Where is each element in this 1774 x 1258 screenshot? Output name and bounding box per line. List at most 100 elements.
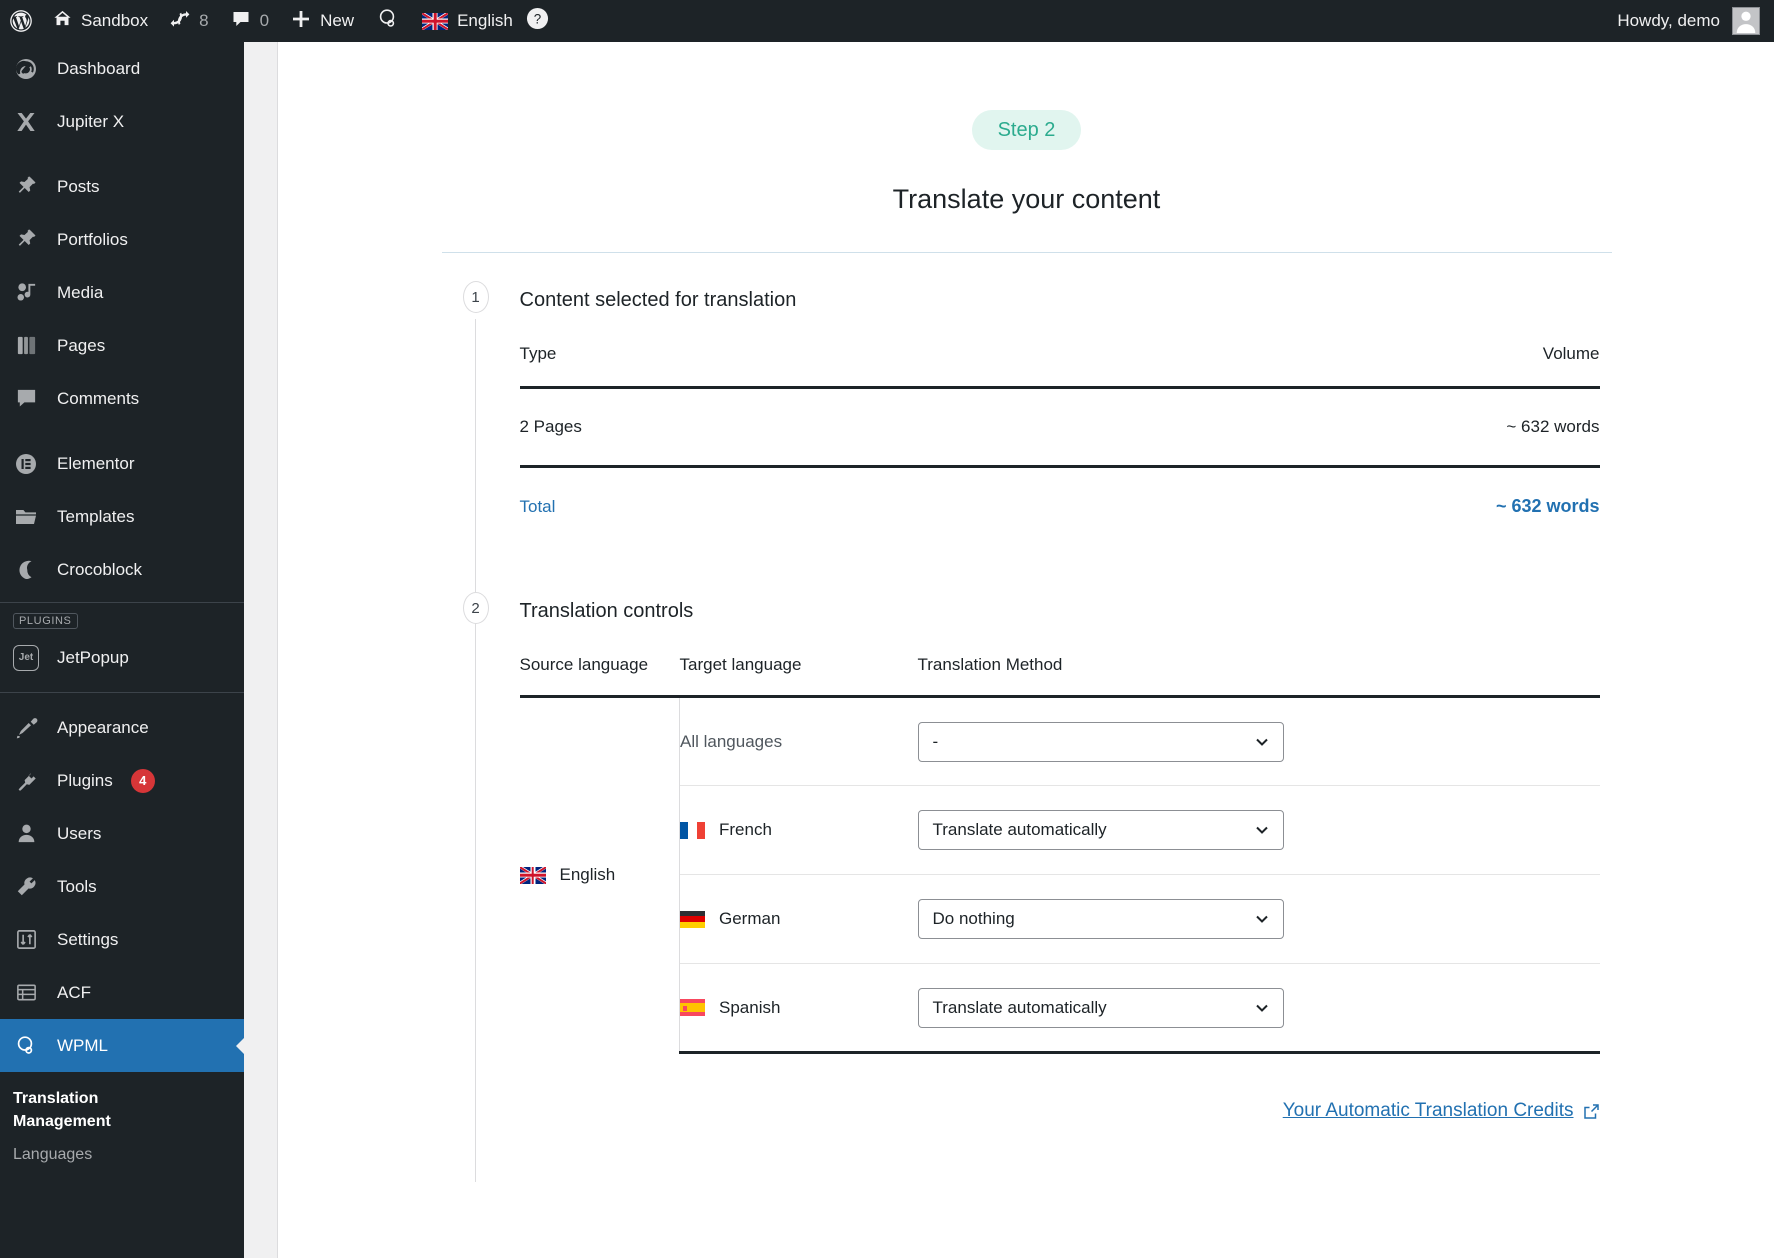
- cell-total-value: ~ 632 words: [926, 467, 1600, 546]
- updates-button[interactable]: 8: [159, 0, 219, 42]
- sidebar-item-portfolios[interactable]: Portfolios: [0, 213, 244, 266]
- step-badge-container: Step 2: [442, 42, 1612, 150]
- sidebar-item-label: ACF: [57, 984, 91, 1001]
- target-language-label: German: [719, 909, 780, 929]
- source-language-label: English: [560, 865, 616, 885]
- sidebar-item-languages[interactable]: Languages: [13, 1138, 244, 1171]
- method-select-all-languages[interactable]: -: [918, 722, 1284, 762]
- method-select-spanish[interactable]: Translate automatically: [918, 988, 1284, 1028]
- cell-target-spanish: Spanish: [680, 964, 918, 1053]
- table-header-row: Source language Target language Translat…: [520, 651, 1600, 697]
- comments-count: 0: [260, 11, 269, 31]
- content-summary-table: Type Volume 2 Pages ~ 632 words Total ~ …: [520, 340, 1600, 545]
- comments-button[interactable]: 0: [220, 0, 280, 42]
- sidebar-item-translation-management[interactable]: Translation Management: [13, 1082, 173, 1138]
- cell-method-spanish: Translate automatically: [918, 964, 1600, 1053]
- sidebar-item-plugins[interactable]: Plugins 4: [0, 754, 244, 807]
- column-header-target-language: Target language: [680, 651, 918, 697]
- pin-icon: [13, 174, 39, 200]
- sidebar-item-label: Posts: [57, 178, 100, 195]
- crocoblock-icon: [13, 557, 39, 583]
- sidebar-divider: [0, 692, 244, 693]
- cell-volume: ~ 632 words: [926, 388, 1600, 467]
- sidebar-item-settings[interactable]: Settings: [0, 913, 244, 966]
- wordpress-logo-button[interactable]: [0, 0, 42, 42]
- sidebar-item-label: Dashboard: [57, 60, 140, 77]
- automatic-translation-credits-link[interactable]: Your Automatic Translation Credits: [1283, 1100, 1600, 1122]
- sidebar-item-wpml[interactable]: WPML: [0, 1019, 244, 1072]
- step-1: 1 Content selected for translation Type …: [442, 289, 1612, 545]
- step-1-heading: Content selected for translation: [520, 289, 1612, 312]
- table-row: 2 Pages ~ 632 words: [520, 388, 1600, 467]
- cell-target-german: German: [680, 875, 918, 964]
- column-header-translation-method: Translation Method: [918, 651, 1600, 697]
- sidebar-item-templates[interactable]: Templates: [0, 490, 244, 543]
- chevron-down-icon: [1254, 911, 1270, 927]
- sidebar-item-label: Jupiter X: [57, 113, 124, 130]
- dashboard-icon: [13, 56, 39, 82]
- sidebar-item-posts[interactable]: Posts: [0, 160, 244, 213]
- column-header-volume: Volume: [926, 340, 1600, 388]
- new-content-button[interactable]: New: [280, 0, 365, 42]
- sidebar-item-media[interactable]: Media: [0, 266, 244, 319]
- sidebar-item-label: WPML: [57, 1037, 108, 1054]
- help-button[interactable]: ?: [524, 0, 560, 42]
- sidebar-item-label: Crocoblock: [57, 561, 142, 578]
- cell-type: 2 Pages: [520, 388, 926, 467]
- sidebar-item-label: Settings: [57, 931, 118, 948]
- sidebar-item-crocoblock[interactable]: Crocoblock: [0, 543, 244, 596]
- user-icon: [13, 821, 39, 847]
- column-header-type: Type: [520, 340, 926, 388]
- sidebar-item-label: JetPopup: [57, 649, 129, 666]
- table-row-french: French Translate automatically: [520, 786, 1600, 875]
- sidebar-item-pages[interactable]: Pages: [0, 319, 244, 372]
- method-select-value: Do nothing: [933, 909, 1015, 929]
- language-switcher-button[interactable]: English: [411, 0, 524, 42]
- plus-icon: [291, 9, 311, 34]
- sidebar-item-tools[interactable]: Tools: [0, 860, 244, 913]
- sidebar-item-acf[interactable]: ACF: [0, 966, 244, 1019]
- new-content-label: New: [320, 11, 354, 31]
- cell-total-label: Total: [520, 467, 926, 546]
- target-language-label: French: [719, 820, 772, 840]
- folder-icon: [13, 504, 39, 530]
- sidebar-item-comments[interactable]: Comments: [0, 372, 244, 425]
- comment-bubble-icon: [13, 386, 39, 412]
- sidebar-item-label: Tools: [57, 878, 97, 895]
- flag-uk-icon: [520, 867, 546, 884]
- sidebar-item-label: Plugins: [57, 772, 113, 789]
- sidebar-item-jupiter-x[interactable]: Jupiter X: [0, 95, 244, 148]
- method-select-french[interactable]: Translate automatically: [918, 810, 1284, 850]
- sidebar-item-appearance[interactable]: Appearance: [0, 701, 244, 754]
- question-mark-icon: ?: [526, 7, 549, 35]
- table-row-german: German Do nothing: [520, 875, 1600, 964]
- title-divider: [442, 252, 1612, 253]
- wpml-icon: [13, 1033, 39, 1059]
- flag-de-icon: [680, 911, 705, 928]
- language-label: English: [457, 11, 513, 31]
- paintbrush-icon: [13, 715, 39, 741]
- account-menu[interactable]: Howdy, demo: [1617, 7, 1774, 35]
- wpml-adminbar-button[interactable]: [365, 0, 411, 42]
- step-badge: Step 2: [972, 110, 1082, 150]
- sidebar-item-jetpopup[interactable]: Jet JetPopup: [0, 631, 244, 684]
- method-select-value: -: [933, 732, 939, 752]
- cell-source-language: English: [520, 697, 680, 1053]
- sidebar-item-label: Elementor: [57, 455, 134, 472]
- pin-icon: [13, 227, 39, 253]
- home-icon: [53, 9, 72, 33]
- sidebar-item-elementor[interactable]: Elementor: [0, 437, 244, 490]
- flag-uk-icon: [422, 13, 448, 30]
- site-name-button[interactable]: Sandbox: [42, 0, 159, 42]
- admin-sidebar: Dashboard Jupiter X Posts Portfolios: [0, 42, 244, 1258]
- flag-es-icon: [680, 999, 705, 1016]
- sidebar-item-users[interactable]: Users: [0, 807, 244, 860]
- site-name-label: Sandbox: [81, 11, 148, 31]
- sidebar-item-dashboard[interactable]: Dashboard: [0, 42, 244, 95]
- credits-link-label: Your Automatic Translation Credits: [1283, 1100, 1574, 1122]
- table-row-spanish: Spanish Translate automatically: [520, 964, 1600, 1053]
- method-select-german[interactable]: Do nothing: [918, 899, 1284, 939]
- pages-icon: [13, 333, 39, 359]
- cell-method-all-languages: -: [918, 697, 1600, 786]
- admin-bar: Sandbox 8 0 New: [0, 0, 1774, 42]
